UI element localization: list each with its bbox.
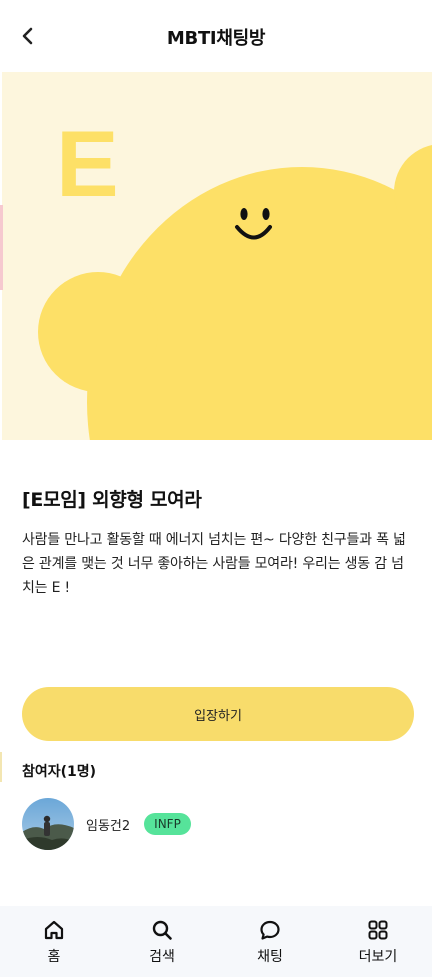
page-title: MBTI채팅방	[166, 28, 266, 49]
nav-label: 검색	[149, 949, 175, 965]
home-icon	[42, 918, 66, 942]
nav-item-search[interactable]: 검색	[108, 906, 216, 977]
nav-item-more[interactable]: 더보기	[324, 906, 432, 977]
carousel-edge	[0, 205, 3, 290]
nav-label: 채팅	[257, 949, 283, 965]
grid-more-icon	[366, 918, 390, 942]
participant-item[interactable]: 임동건2 INFP	[22, 798, 191, 850]
room-title: [E모임] 외향형 모여라	[22, 489, 202, 511]
hero-letter: E	[56, 111, 119, 216]
nav-label: 홈	[47, 949, 61, 965]
participant-name: 임동건2	[86, 818, 131, 834]
avatar	[22, 798, 74, 850]
search-icon	[150, 918, 174, 942]
chat-bubble-icon	[258, 918, 282, 942]
enter-room-button[interactable]: 입장하기	[22, 687, 414, 741]
room-description: 사람들 만나고 활동할 때 에너지 넘치는 편~ 다양한 친구들과 폭 넓은 관…	[22, 532, 406, 596]
bottom-nav: 홈 검색 채팅 더보기	[0, 906, 432, 977]
nav-item-chat[interactable]: 채팅	[216, 906, 324, 977]
room-hero-image: E	[2, 72, 432, 440]
mbti-badge: INFP	[144, 813, 191, 835]
top-header: MBTI채팅방	[0, 0, 432, 72]
carousel-edge	[0, 752, 2, 782]
nav-label: 더보기	[358, 949, 398, 965]
participants-title: 참여자(1명)	[22, 764, 97, 780]
nav-item-home[interactable]: 홈	[0, 906, 108, 977]
